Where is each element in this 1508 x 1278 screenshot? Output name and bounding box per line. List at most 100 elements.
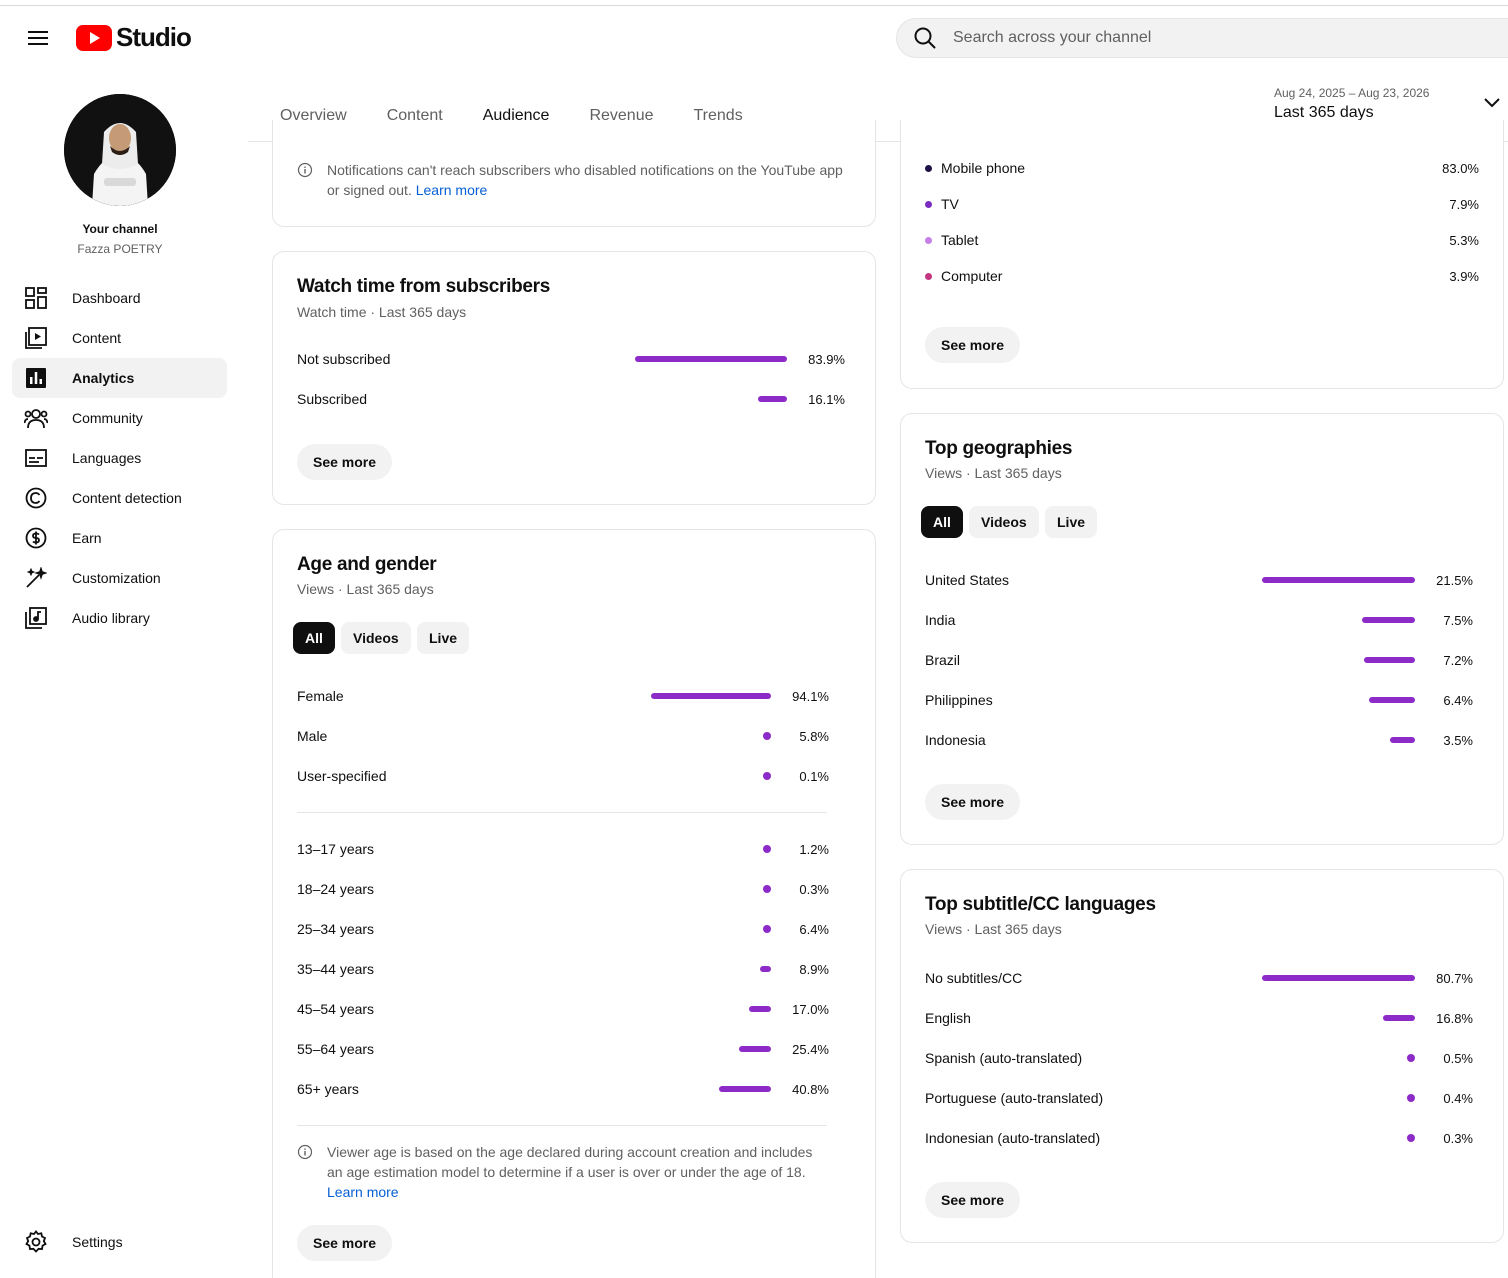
sidebar-item-languages[interactable]: Languages <box>12 438 227 478</box>
card-subtitle: Views · Last 365 days <box>925 465 1062 481</box>
sidebar-item-customization[interactable]: Customization <box>12 558 227 598</box>
list-item: 18–24 years 0.3% <box>297 879 829 899</box>
see-more-button[interactable]: See more <box>925 327 1021 363</box>
card-subtitle: Views · Last 365 days <box>925 921 1062 937</box>
list-item: TV 7.9% <box>925 194 1479 214</box>
row-bar <box>749 1006 771 1012</box>
search-bar[interactable] <box>896 18 1508 58</box>
list-item: Spanish (auto-translated) 0.5% <box>925 1048 1473 1068</box>
sidebar-item-community[interactable]: Community <box>12 398 227 438</box>
sidebar-item-content[interactable]: Content <box>12 318 227 358</box>
bar-fill <box>635 356 787 362</box>
sidebar-item-label: Earn <box>72 530 102 546</box>
row-bar <box>1364 657 1415 663</box>
notification-text: Notifications can't reach subscribers wh… <box>327 160 857 200</box>
sidebar-item-label: Community <box>72 410 143 426</box>
filter-chip-live[interactable]: Live <box>417 622 470 654</box>
row-value: 8.9% <box>799 961 829 977</box>
learn-more-link[interactable]: Learn more <box>327 1184 399 1200</box>
list-item: Portuguese (auto-translated) 0.4% <box>925 1088 1473 1108</box>
row-value: 25.4% <box>792 1041 829 1057</box>
dashboard-icon <box>24 286 48 310</box>
row-label: Portuguese (auto-translated) <box>925 1090 1104 1106</box>
date-range-picker[interactable]: Aug 24, 2025 – Aug 23, 2026 Last 365 day… <box>1274 86 1504 122</box>
row-label: Tablet <box>941 232 979 248</box>
row-value: 0.3% <box>1443 1130 1473 1146</box>
row-label: India <box>925 612 956 628</box>
row-value: 0.1% <box>799 768 829 784</box>
age-note-text: Viewer age is based on the age declared … <box>327 1142 817 1202</box>
list-item: User-specified 0.1% <box>297 766 829 786</box>
row-bar <box>1262 975 1415 981</box>
search-input[interactable] <box>953 29 1453 47</box>
bar-fill <box>1369 697 1415 703</box>
row-label: 65+ years <box>297 1081 359 1097</box>
notification-card: Notifications can't reach subscribers wh… <box>272 120 876 227</box>
filter-chip-videos[interactable]: Videos <box>341 622 411 654</box>
top-border <box>0 5 1508 6</box>
sidebar-item-analytics[interactable]: Analytics <box>12 358 227 398</box>
section-divider <box>297 1125 827 1126</box>
age-gender-card: Age and gender Views · Last 365 days All… <box>272 529 876 1278</box>
list-item: No subtitles/CC 80.7% <box>925 968 1473 988</box>
see-more-button[interactable]: See more <box>925 1182 1021 1218</box>
logo-text: Studio <box>116 22 192 52</box>
bar-dot <box>763 845 771 853</box>
see-more-button[interactable]: See more <box>297 1225 393 1261</box>
row-bar <box>1383 1015 1415 1021</box>
see-more-button[interactable]: See more <box>925 784 1021 820</box>
studio-logo[interactable]: Studio <box>76 22 192 53</box>
legend-dot <box>925 236 932 244</box>
legend-dot <box>925 200 932 208</box>
bar-fill <box>1383 1015 1415 1021</box>
sidebar-item-audio-library[interactable]: Audio library <box>12 598 227 638</box>
row-bar <box>1407 1094 1415 1102</box>
bar-dot <box>1407 1054 1415 1062</box>
row-value: 94.1% <box>792 688 829 704</box>
row-label: 25–34 years <box>297 921 375 937</box>
row-value: 7.2% <box>1443 652 1473 668</box>
bar-dot <box>763 925 771 933</box>
info-icon <box>297 1144 313 1160</box>
channel-avatar[interactable] <box>64 94 176 206</box>
list-item: 25–34 years 6.4% <box>297 919 829 939</box>
your-channel-label: Your channel <box>82 222 158 236</box>
see-more-button[interactable]: See more <box>297 444 393 480</box>
row-label: Indonesian (auto-translated) <box>925 1130 1101 1146</box>
magic-wand-icon <box>24 566 48 590</box>
learn-more-link[interactable]: Learn more <box>416 182 488 198</box>
bar-fill <box>749 1006 771 1012</box>
filter-chip-live[interactable]: Live <box>1045 506 1098 538</box>
bar-dot <box>763 732 771 740</box>
gear-icon <box>24 1230 48 1254</box>
list-item: Tablet 5.3% <box>925 230 1479 250</box>
sidebar-item-settings[interactable]: Settings <box>12 1222 227 1262</box>
section-divider <box>297 812 827 813</box>
sidebar-item-content-detection[interactable]: Content detection <box>12 478 227 518</box>
row-label: 45–54 years <box>297 1001 375 1017</box>
legend-dot <box>925 164 932 172</box>
audio-library-icon <box>24 606 48 630</box>
filter-chip-all[interactable]: All <box>921 506 963 538</box>
list-item: Mobile phone 83.0% <box>925 158 1479 178</box>
filter-chip-all[interactable]: All <box>293 622 335 654</box>
bar-fill <box>1390 737 1415 743</box>
sidebar-item-label: Customization <box>72 570 161 586</box>
list-item: Male 5.8% <box>297 726 829 746</box>
list-item: United States 21.5% <box>925 570 1473 590</box>
sidebar-item-earn[interactable]: Earn <box>12 518 227 558</box>
bar-dot <box>1407 1094 1415 1102</box>
device-type-card: Mobile phone 83.0% TV 7.9% Tablet 5.3% Compute… <box>900 120 1504 389</box>
row-value: 0.3% <box>799 881 829 897</box>
menu-icon[interactable] <box>22 24 54 52</box>
date-range-dates: Aug 24, 2025 – Aug 23, 2026 <box>1274 86 1430 100</box>
row-label: 35–44 years <box>297 961 375 977</box>
row-bar <box>1407 1054 1415 1062</box>
row-label: Indonesia <box>925 732 986 748</box>
row-label: Mobile phone <box>941 160 1026 176</box>
card-title: Watch time from subscribers <box>297 276 551 297</box>
filter-chip-videos[interactable]: Videos <box>969 506 1039 538</box>
bar-fill <box>1262 975 1415 981</box>
sidebar-item-dashboard[interactable]: Dashboard <box>12 278 227 318</box>
row-bar <box>763 732 771 740</box>
